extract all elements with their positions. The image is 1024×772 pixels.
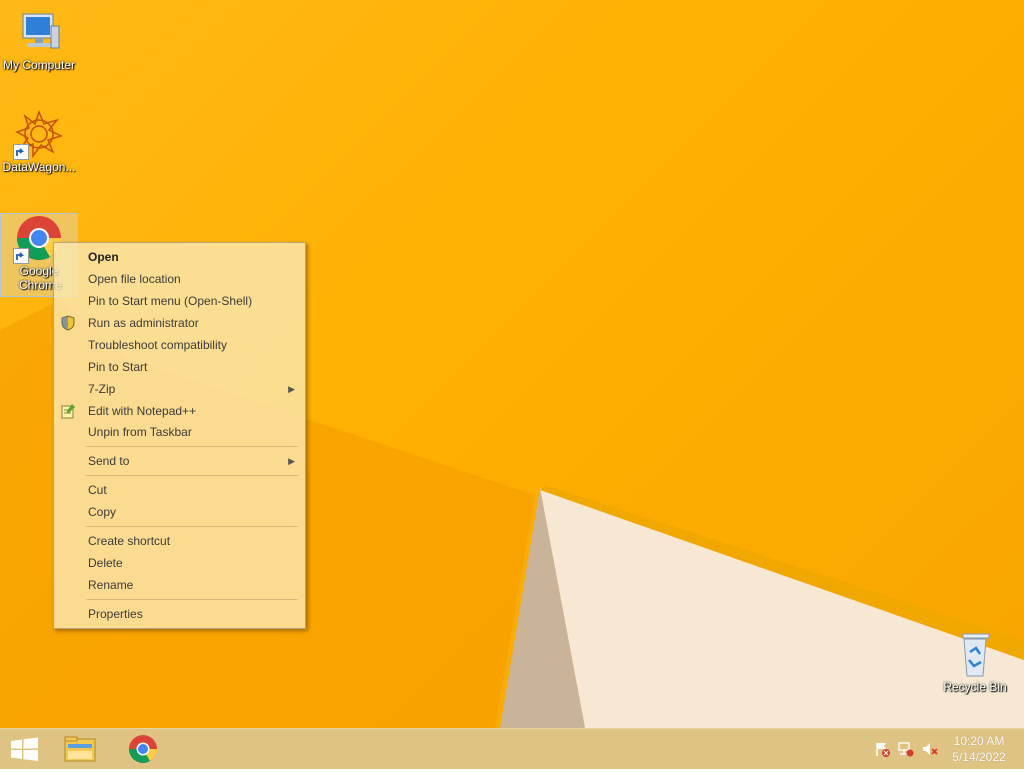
menu-item-properties[interactable]: Properties [54, 603, 305, 625]
menu-item-run-as-administrator[interactable]: Run as administrator [54, 312, 305, 334]
desktop-icon-recycle-bin[interactable]: Recycle Bin [937, 630, 1013, 694]
menu-item-pin-to-start-menu-open-shell[interactable]: Pin to Start menu (Open-Shell) [54, 290, 305, 312]
desktop: My Computer DataWagon... Google Chrome R… [0, 0, 1024, 728]
computer-icon [15, 8, 63, 56]
desktop-icon-label: DataWagon... [2, 160, 76, 174]
submenu-arrow-icon: ▶ [288, 456, 295, 466]
menu-item-rename[interactable]: Rename [54, 574, 305, 596]
menu-item-create-shortcut[interactable]: Create shortcut [54, 530, 305, 552]
network-icon[interactable] [898, 741, 914, 757]
taskbar-file-explorer-button[interactable] [56, 729, 104, 769]
windows-logo-icon [11, 737, 38, 761]
menu-item-pin-to-start[interactable]: Pin to Start [54, 356, 305, 378]
taskbar-clock[interactable]: 10:20 AM 5/14/2022 [944, 733, 1014, 765]
recycle-bin-icon [951, 630, 999, 678]
submenu-arrow-icon: ▶ [288, 384, 295, 394]
menu-item-copy[interactable]: Copy [54, 501, 305, 523]
file-explorer-icon [64, 736, 96, 762]
taskbar-chrome-button[interactable] [119, 729, 167, 769]
menu-item-edit-with-notepad-plus-plus[interactable]: Edit with Notepad++ [54, 400, 305, 422]
menu-item-open[interactable]: Open [54, 246, 305, 268]
action-center-flag-icon[interactable] [874, 741, 890, 757]
taskbar: 10:20 AM 5/14/2022 [0, 728, 1024, 769]
volume-muted-icon[interactable] [922, 741, 938, 757]
menu-item-unpin-from-taskbar[interactable]: Unpin from Taskbar [54, 421, 305, 443]
menu-item-cut[interactable]: Cut [54, 479, 305, 501]
menu-item-delete[interactable]: Delete [54, 552, 305, 574]
desktop-icon-label: Recycle Bin [943, 680, 1007, 694]
desktop-icon-label: My Computer [2, 58, 76, 72]
shield-icon [60, 315, 76, 331]
datawagon-icon [13, 109, 64, 160]
menu-separator [86, 599, 298, 600]
clock-date: 5/14/2022 [952, 750, 1006, 764]
context-menu: Open Open file location Pin to Start men… [53, 242, 306, 629]
notepad-plus-icon [60, 403, 76, 419]
shortcut-arrow-icon [13, 144, 29, 160]
menu-separator [86, 475, 298, 476]
start-button[interactable] [0, 729, 48, 769]
menu-item-send-to[interactable]: Send to ▶ [54, 450, 305, 472]
menu-item-open-file-location[interactable]: Open file location [54, 268, 305, 290]
desktop-icon-datawagon[interactable]: DataWagon... [1, 109, 77, 174]
menu-item-troubleshoot-compatibility[interactable]: Troubleshoot compatibility [54, 334, 305, 356]
chrome-icon [129, 735, 157, 763]
shortcut-arrow-icon [13, 248, 29, 264]
desktop-icon-my-computer[interactable]: My Computer [1, 8, 77, 72]
menu-item-7zip[interactable]: 7-Zip ▶ [54, 378, 305, 400]
menu-separator [86, 526, 298, 527]
clock-time: 10:20 AM [953, 734, 1005, 748]
menu-separator [86, 446, 298, 447]
